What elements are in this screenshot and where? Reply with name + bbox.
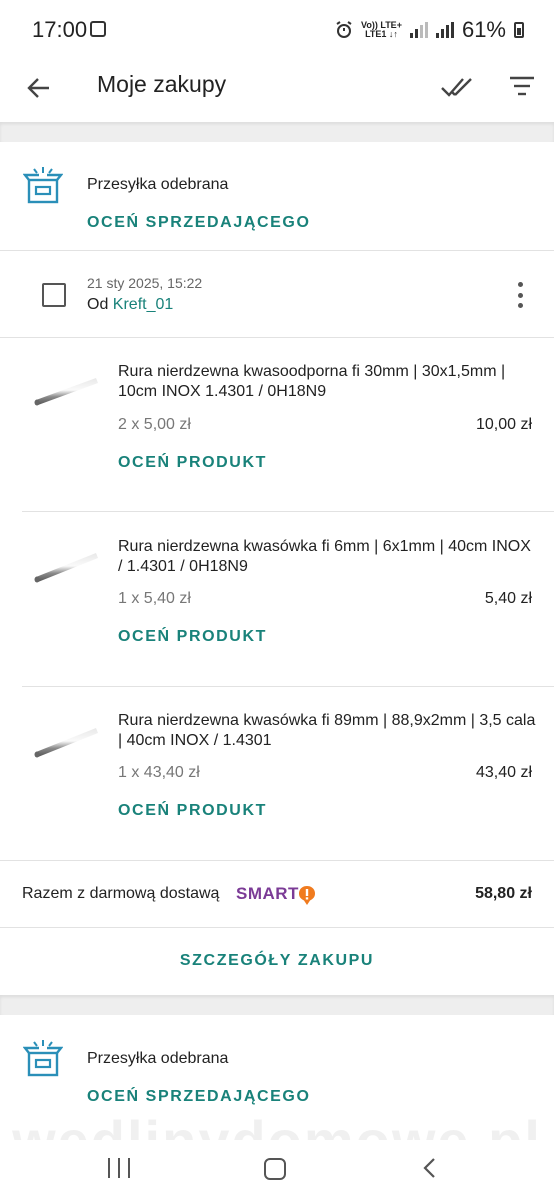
rate-seller-button[interactable]: OCEŃ SPRZEDAJĄCEGO <box>87 214 311 232</box>
system-back-icon[interactable] <box>420 1157 440 1179</box>
status-indicators: Vo)) LTE+ LTE1 ↓↑ 61% <box>335 17 524 43</box>
product-image[interactable] <box>30 720 100 760</box>
status-time: 17:00 <box>32 17 88 42</box>
order-checkbox[interactable] <box>42 283 66 307</box>
more-options-icon[interactable] <box>508 282 532 308</box>
gallery-notification-icon <box>90 21 106 37</box>
recent-apps-icon[interactable] <box>108 1158 130 1178</box>
battery-icon <box>514 22 524 38</box>
divider <box>0 337 554 338</box>
rate-product-button[interactable]: OCEŃ PRODUKT <box>118 802 267 820</box>
signal-2-icon <box>435 22 454 38</box>
network-bottom: LTE1 ↓↑ <box>365 29 398 39</box>
total-price: 58,80 zł <box>475 885 532 902</box>
filter-icon[interactable] <box>504 68 540 104</box>
product-quantity: 2 x 5,00 zł <box>118 416 191 433</box>
page-title: Moje zakupy <box>97 71 227 97</box>
status-bar: 17:00 Vo)) LTE+ LTE1 ↓↑ 61% <box>0 0 554 60</box>
divider <box>22 511 554 512</box>
app-bar: Moje zakupy <box>0 60 554 122</box>
divider <box>0 250 554 251</box>
product-title[interactable]: Rura nierdzewna kwasówka fi 6mm | 6x1mm … <box>118 537 538 577</box>
battery-percent: 61% <box>461 17 506 42</box>
product-price: 43,40 zł <box>475 764 532 781</box>
network-type: Vo)) LTE+ LTE1 ↓↑ <box>361 21 402 39</box>
divider <box>0 860 554 861</box>
rate-product-button[interactable]: OCEŃ PRODUKT <box>118 454 267 472</box>
product-quantity: 1 x 43,40 zł <box>118 764 200 781</box>
shipment-status: Przesyłka odebrana <box>87 1050 229 1067</box>
signal-1-icon <box>409 22 428 38</box>
shipment-status: Przesyłka odebrana <box>87 176 229 193</box>
purchase-details-label: SZCZEGÓŁY ZAKUPU <box>179 952 375 969</box>
rate-product-button[interactable]: OCEŃ PRODUKT <box>118 628 267 646</box>
back-arrow-icon[interactable] <box>22 70 58 106</box>
purchase-details-button[interactable]: SZCZEGÓŁY ZAKUPU <box>0 928 554 994</box>
product-title[interactable]: Rura nierdzewna kwasówka fi 89mm | 88,9x… <box>118 711 538 751</box>
product-title[interactable]: Rura nierdzewna kwasoodporna fi 30mm | 3… <box>118 362 538 402</box>
alarm-icon <box>336 21 352 38</box>
order-date: 21 sty 2025, 15:22 <box>87 275 203 291</box>
rate-seller-button[interactable]: OCEŃ SPRZEDAJĄCEGO <box>87 1088 311 1106</box>
section-separator <box>0 122 554 142</box>
product-image[interactable] <box>30 545 100 585</box>
double-check-icon[interactable] <box>438 68 478 104</box>
total-label: Razem z darmową dostawą <box>22 885 220 902</box>
smart-badge-icon <box>299 886 315 905</box>
package-box-icon <box>23 167 63 204</box>
from-prefix: Od <box>87 296 109 313</box>
divider <box>22 686 554 687</box>
package-box-icon <box>23 1040 63 1077</box>
product-image[interactable] <box>30 370 100 410</box>
product-price: 10,00 zł <box>475 416 532 433</box>
section-separator <box>0 995 554 1015</box>
system-nav-bar <box>0 1140 554 1200</box>
smart-logo: SMART <box>236 884 299 903</box>
product-quantity: 1 x 5,40 zł <box>118 590 191 607</box>
home-icon[interactable] <box>264 1158 286 1180</box>
product-price: 5,40 zł <box>484 590 532 607</box>
seller-link[interactable]: Kreft_01 <box>113 296 173 313</box>
order-seller-line: Od Kreft_01 <box>87 296 173 314</box>
